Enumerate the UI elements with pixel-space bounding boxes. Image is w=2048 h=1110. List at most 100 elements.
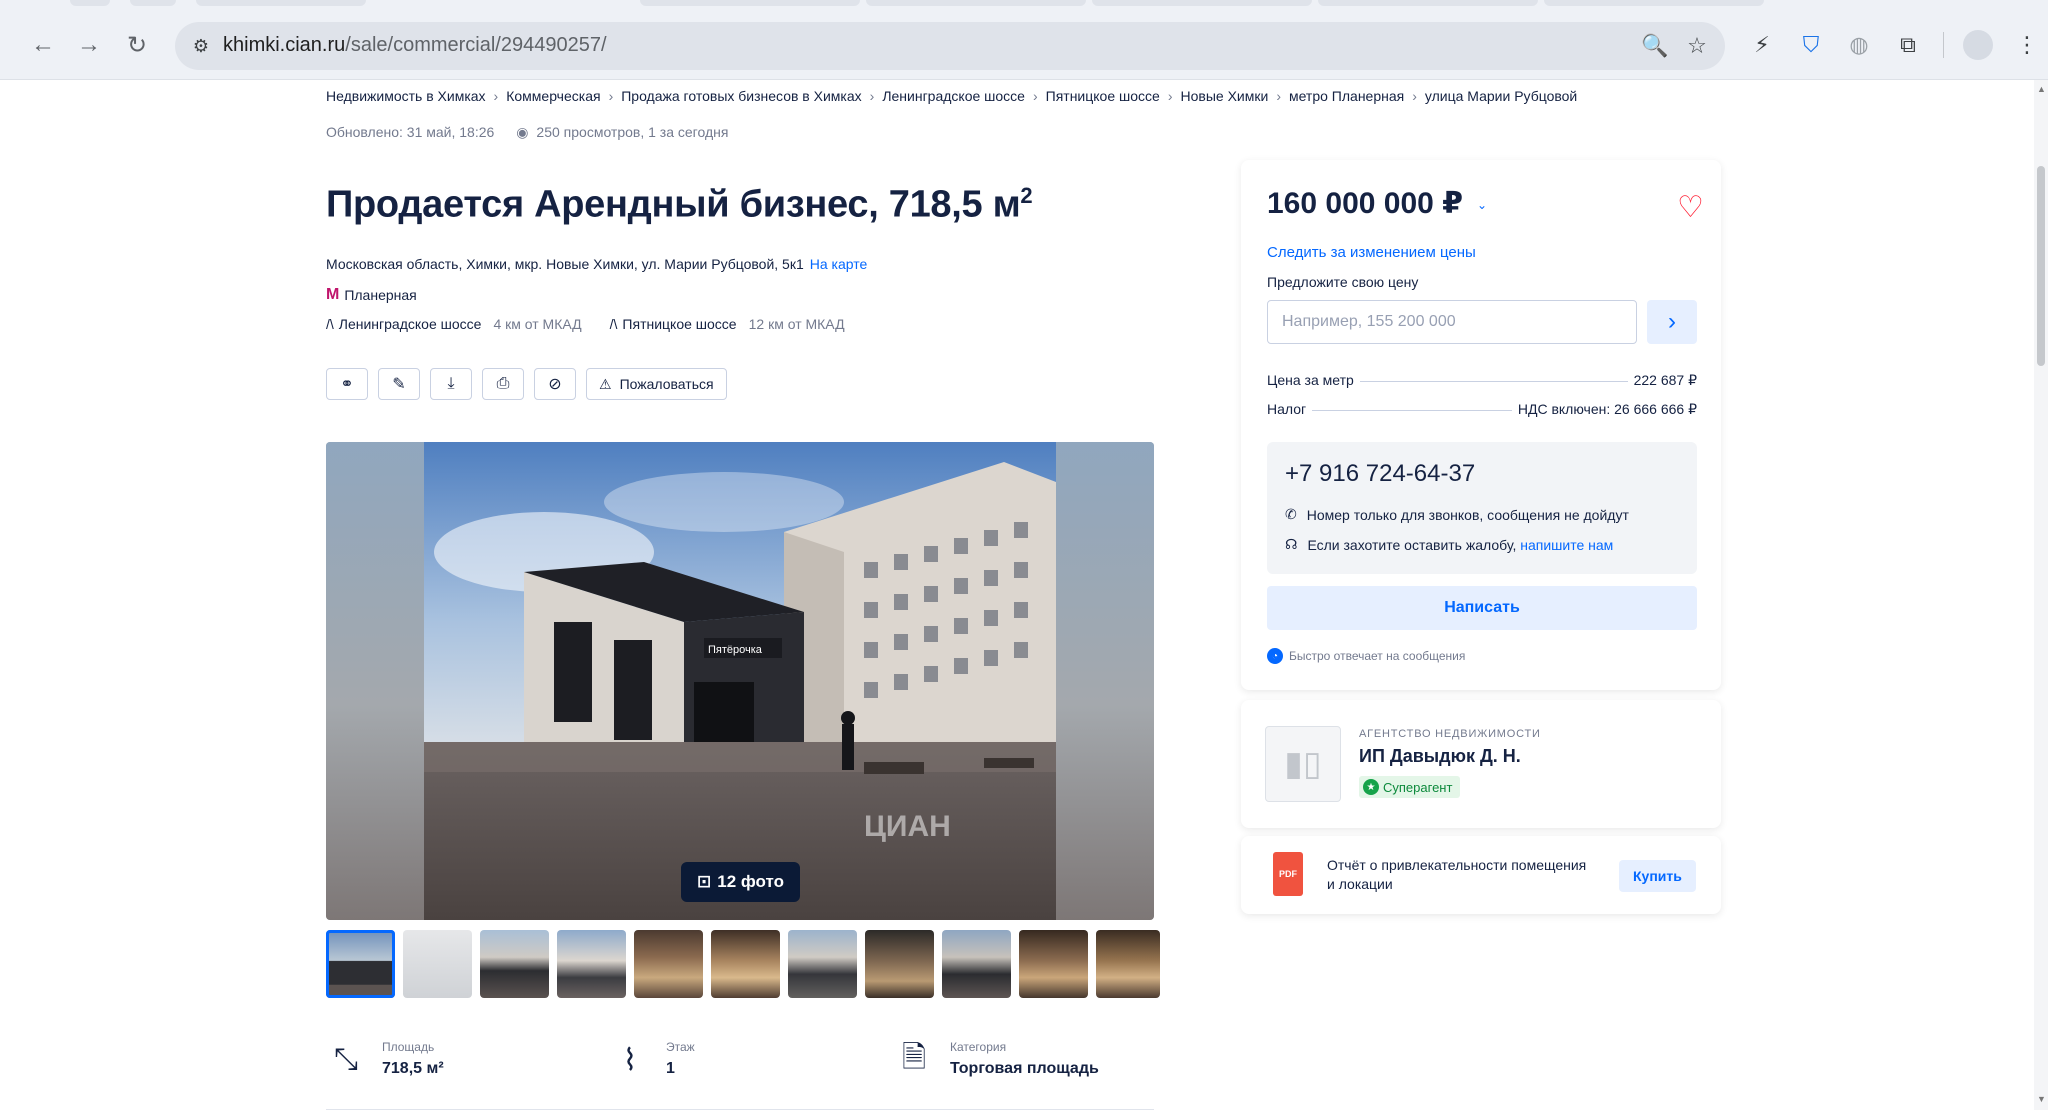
toolbar-divider xyxy=(1943,32,1944,58)
extension-globe-icon[interactable]: ◍ xyxy=(1844,30,1874,60)
extension-bolt-icon[interactable]: ⚡ xyxy=(1747,30,1777,60)
scroll-up-arrow-icon[interactable]: ▲ xyxy=(2037,84,2046,94)
thumbnail[interactable] xyxy=(1019,930,1088,998)
breadcrumb-item[interactable]: метро Планерная xyxy=(1289,88,1404,104)
forward-button[interactable]: → xyxy=(72,28,106,62)
highway-item[interactable]: /\ Пятницкое шоссе 12 км от МКАД xyxy=(610,316,845,332)
breadcrumb-item[interactable]: Новые Химки xyxy=(1181,88,1269,104)
note-button[interactable]: ✎ xyxy=(378,368,420,400)
write-message-button[interactable]: Написать xyxy=(1267,586,1697,630)
browser-menu-icon[interactable]: ⋮ xyxy=(2012,30,2042,60)
breadcrumb-item[interactable]: улица Марии Рубцовой xyxy=(1425,88,1577,104)
chevron-right-icon: › xyxy=(608,88,614,104)
road-icon: /\ xyxy=(326,316,334,332)
print-button[interactable]: ⎙ xyxy=(482,368,524,400)
badge-label: Суперагент xyxy=(1383,779,1453,795)
bookmark-star-icon[interactable]: ☆ xyxy=(1683,32,1711,60)
url-text[interactable]: khimki.cian.ru/sale/commercial/294490257… xyxy=(223,34,607,57)
area-icon: ⤡ xyxy=(334,1043,358,1076)
tab[interactable] xyxy=(1092,0,1312,6)
watermark: ЦИАН xyxy=(864,810,951,843)
thumbnail[interactable] xyxy=(403,930,472,998)
updated-date: Обновлено: 31 май, 18:26 xyxy=(326,124,495,140)
feature-label: Этаж xyxy=(666,1040,695,1054)
gallery-blur-left xyxy=(326,442,424,920)
highway-item[interactable]: /\ Ленинградское шоссе 4 км от МКАД xyxy=(326,316,582,332)
photo-count-button[interactable]: ⊡ 12 фото xyxy=(681,862,800,902)
eye-icon: ◉ xyxy=(516,124,529,140)
thumbnail[interactable] xyxy=(480,930,549,998)
phone-note-complaint: ☊ Если захотите оставить жалобу, напишите… xyxy=(1285,536,1613,553)
address: Московская область, Химки, мкр. Новые Хи… xyxy=(326,256,867,272)
zoom-icon[interactable]: 🔍 xyxy=(1641,32,1669,60)
share-icon: ⚭ xyxy=(340,376,354,393)
phone-icon: ✆ xyxy=(1285,506,1297,522)
report-text: Отчёт о привлекательности помещения и ло… xyxy=(1327,857,1587,892)
buy-report-button[interactable]: Купить xyxy=(1619,860,1696,892)
agent-card[interactable]: ▮▯ АГЕНТСТВО НЕДВИЖИМОСТИ ИП Давыдюк Д. … xyxy=(1241,700,1721,828)
feature-category: 🗎 Категория Торговая площадь xyxy=(894,1040,1154,1106)
tab[interactable] xyxy=(866,0,1086,6)
warning-icon: ⚠ xyxy=(599,375,612,392)
feature-label: Категория xyxy=(950,1040,1007,1054)
breadcrumb-item[interactable]: Продажа готовых бизнесов в Химках xyxy=(621,88,861,104)
tab[interactable] xyxy=(196,0,366,6)
leader-line xyxy=(1359,381,1628,382)
extension-shield-icon[interactable]: ⛉ xyxy=(1796,30,1826,60)
thumbnail[interactable] xyxy=(865,930,934,998)
profile-avatar[interactable] xyxy=(1963,30,1993,60)
thumbnail[interactable] xyxy=(557,930,626,998)
tab[interactable] xyxy=(130,0,176,6)
tab[interactable] xyxy=(1544,0,1764,6)
breadcrumb-item[interactable]: Коммерческая xyxy=(506,88,600,104)
photo-gallery[interactable]: Пятёрочка ЦИАН ⊡ 12 фото xyxy=(326,442,1154,920)
thumbnail[interactable] xyxy=(634,930,703,998)
main-photo[interactable]: Пятёрочка xyxy=(424,442,1056,920)
tab[interactable] xyxy=(640,0,860,6)
thumbnail[interactable] xyxy=(326,930,395,998)
feature-value: 718,5 м² xyxy=(382,1060,444,1077)
write-us-link[interactable]: напишите нам xyxy=(1520,537,1613,553)
map-link[interactable]: На карте xyxy=(810,256,868,272)
svg-text:Пятёрочка: Пятёрочка xyxy=(708,644,763,656)
reload-button[interactable]: ↻ xyxy=(120,28,154,62)
back-button[interactable]: ← xyxy=(26,28,60,62)
tab[interactable] xyxy=(70,0,110,6)
tax-row: Налог НДС включен: 26 666 666 ₽ xyxy=(1267,401,1697,418)
breadcrumb-item[interactable]: Пятницкое шоссе xyxy=(1046,88,1160,104)
highways: /\ Ленинградское шоссе 4 км от МКАД /\ Пятн… xyxy=(326,316,845,332)
chevron-right-icon: › xyxy=(1032,88,1038,104)
breadcrumb-item[interactable]: Недвижимость в Химках xyxy=(326,88,486,104)
extensions-puzzle-icon[interactable]: ⧉ xyxy=(1893,30,1923,60)
thumbnail[interactable] xyxy=(942,930,1011,998)
phone-number[interactable]: +7 916 724-64-37 xyxy=(1285,460,1475,488)
agent-type: АГЕНТСТВО НЕДВИЖИМОСТИ xyxy=(1359,728,1541,740)
chevron-down-icon[interactable]: ⌄ xyxy=(1477,198,1487,212)
scroll-down-arrow-icon[interactable]: ▼ xyxy=(2037,1094,2046,1104)
site-settings-icon[interactable]: ⚙ xyxy=(187,32,215,60)
thumbnail[interactable] xyxy=(1096,930,1160,998)
photo-count-label: 12 фото xyxy=(717,872,784,891)
price-per-meter-row: Цена за метр 222 687 ₽ xyxy=(1267,372,1697,389)
chevron-right-icon: › xyxy=(1276,88,1281,104)
address-bar[interactable]: ⚙ khimki.cian.ru/sale/commercial/2944902… xyxy=(175,22,1725,70)
favorite-heart-icon[interactable]: ♡ xyxy=(1677,190,1704,225)
download-button[interactable]: ⤓ xyxy=(430,368,472,400)
breadcrumb: Недвижимость в Химках › Коммерческая › Прода… xyxy=(326,88,1577,104)
chevron-right-icon: › xyxy=(869,88,875,104)
thumbnail[interactable] xyxy=(788,930,857,998)
offer-price-input[interactable] xyxy=(1267,300,1637,344)
photo-thumbnails xyxy=(326,930,1160,998)
page-scrollbar[interactable]: ▲ ▼ xyxy=(2034,80,2048,1110)
agent-name[interactable]: ИП Давыдюк Д. Н. xyxy=(1359,746,1521,767)
thumbnail[interactable] xyxy=(711,930,780,998)
share-button[interactable]: ⚭ xyxy=(326,368,368,400)
offer-submit-button[interactable]: › xyxy=(1647,300,1697,344)
complain-button[interactable]: ⚠ Пожаловаться xyxy=(586,368,727,400)
tab[interactable] xyxy=(1318,0,1538,6)
metro-station[interactable]: M Планерная xyxy=(326,286,417,304)
breadcrumb-item[interactable]: Ленинградское шоссе xyxy=(882,88,1025,104)
scrollbar-thumb[interactable] xyxy=(2037,166,2045,366)
follow-price-link[interactable]: Следить за изменением цены xyxy=(1267,244,1476,261)
hide-button[interactable]: ⊘ xyxy=(534,368,576,400)
